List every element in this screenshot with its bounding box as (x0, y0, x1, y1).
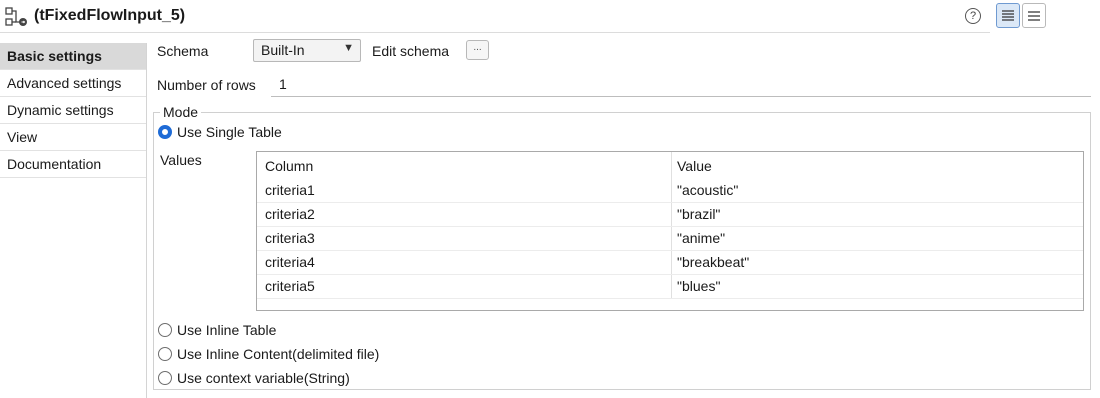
row-column-cell[interactable]: criteria3 (265, 230, 315, 246)
table-row[interactable]: criteria5 "blues" (257, 274, 1083, 299)
sidebar-item-view[interactable]: View (0, 124, 146, 151)
use-single-table-radio[interactable] (158, 125, 172, 139)
schema-select[interactable]: Built-In ▼ (253, 39, 361, 62)
sidebar-item-documentation[interactable]: Documentation (0, 151, 146, 178)
menu-lines-icon (1028, 11, 1040, 21)
use-single-table-label[interactable]: Use Single Table (177, 124, 282, 140)
dropdown-arrow-icon: ▼ (343, 42, 354, 54)
component-title: (tFixedFlowInput_5) (34, 7, 186, 24)
table-row[interactable]: criteria2 "brazil" (257, 202, 1083, 227)
use-inline-content-label[interactable]: Use Inline Content(delimited file) (177, 346, 379, 362)
row-column-cell[interactable]: criteria5 (265, 278, 315, 294)
view-compact-button[interactable] (1022, 3, 1046, 28)
settings-sidebar: Basic settings Advanced settings Dynamic… (0, 43, 147, 398)
use-inline-table-radio[interactable] (158, 323, 172, 337)
row-value-cell[interactable]: "breakbeat" (677, 254, 749, 270)
values-table[interactable]: Column Value criteria1 "acoustic" criter… (256, 151, 1084, 311)
number-of-rows-value: 1 (279, 76, 287, 92)
column-header[interactable]: Column (265, 158, 313, 174)
table-row[interactable]: criteria1 "acoustic" (257, 178, 1083, 203)
use-inline-content-radio[interactable] (158, 347, 172, 361)
row-column-cell[interactable]: criteria1 (265, 182, 315, 198)
use-context-variable-radio[interactable] (158, 371, 172, 385)
row-value-cell[interactable]: "acoustic" (677, 182, 738, 198)
table-row[interactable]: criteria4 "breakbeat" (257, 250, 1083, 275)
number-of-rows-input[interactable]: 1 (271, 73, 1091, 97)
component-title-bar: (tFixedFlowInput_5) ? (0, 0, 990, 33)
schema-select-value: Built-In (261, 42, 305, 58)
row-value-cell[interactable]: "brazil" (677, 206, 720, 222)
row-column-cell[interactable]: criteria4 (265, 254, 315, 270)
help-icon[interactable]: ? (965, 8, 981, 24)
edit-schema-button[interactable]: ... (466, 40, 489, 60)
sidebar-item-basic-settings[interactable]: Basic settings (0, 43, 146, 70)
use-inline-table-label[interactable]: Use Inline Table (177, 322, 276, 338)
edit-schema-label: Edit schema (372, 43, 450, 59)
row-value-cell[interactable]: "blues" (677, 278, 720, 294)
sidebar-item-advanced-settings[interactable]: Advanced settings (0, 70, 146, 97)
mode-legend: Mode (160, 104, 202, 120)
use-context-variable-label[interactable]: Use context variable(String) (177, 370, 350, 386)
row-value-cell[interactable]: "anime" (677, 230, 725, 246)
values-label: Values (160, 152, 202, 168)
rows-label: Number of rows (157, 77, 256, 93)
view-list-button[interactable] (996, 3, 1020, 28)
sidebar-item-dynamic-settings[interactable]: Dynamic settings (0, 97, 146, 124)
component-flow-icon (5, 7, 27, 26)
table-row[interactable]: criteria3 "anime" (257, 226, 1083, 251)
row-column-cell[interactable]: criteria2 (265, 206, 315, 222)
list-view-icon (1002, 10, 1014, 21)
schema-label: Schema (157, 43, 209, 59)
table-header-row: Column Value (257, 154, 1083, 178)
value-header[interactable]: Value (677, 158, 712, 174)
